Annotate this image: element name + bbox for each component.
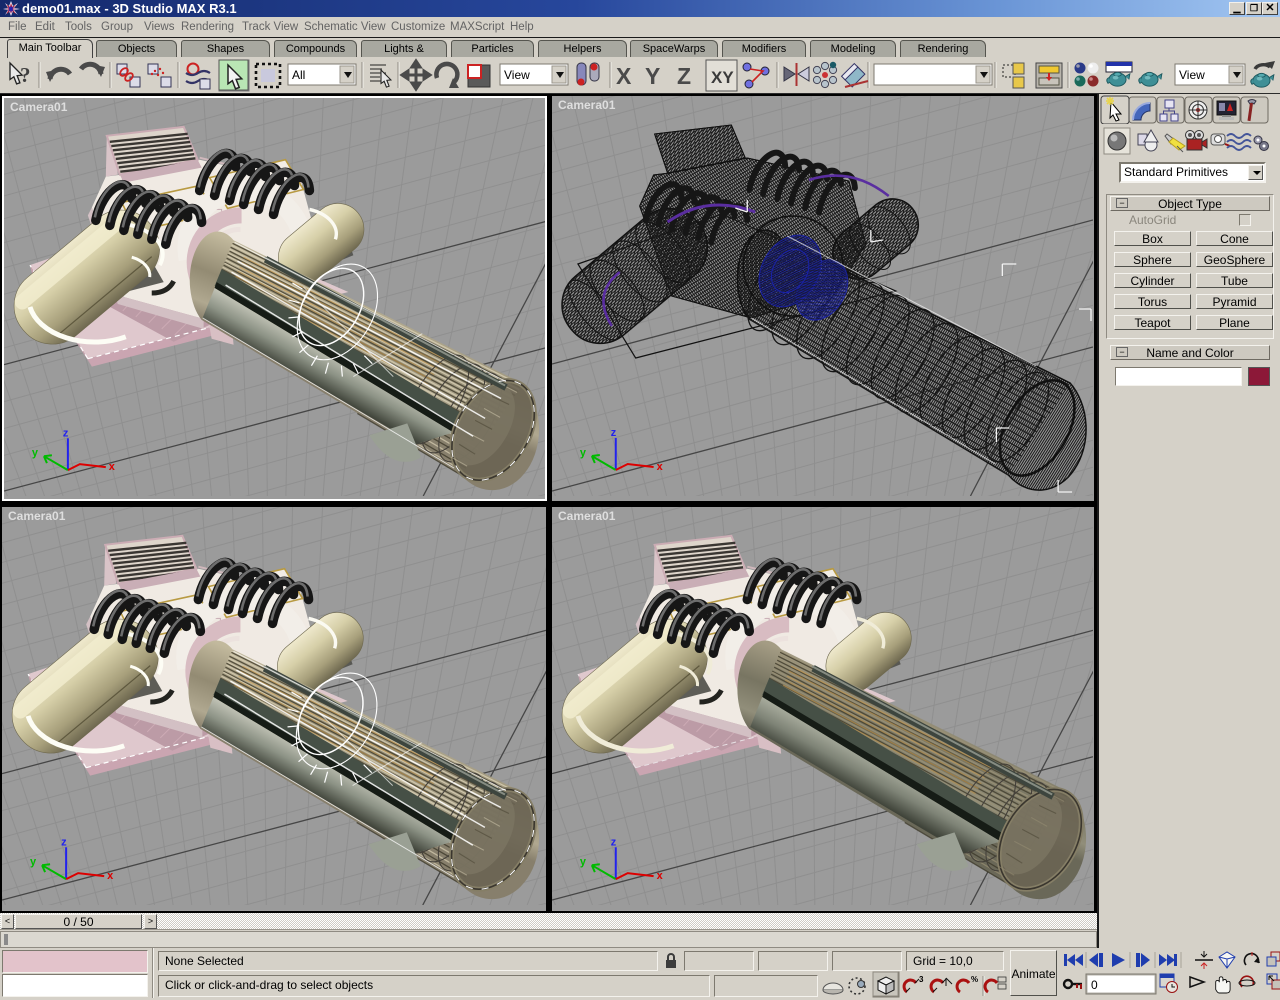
svg-text:?: ? xyxy=(20,63,31,87)
svg-text:All: All xyxy=(292,68,305,82)
svg-text:View: View xyxy=(504,68,530,82)
svg-text:Y: Y xyxy=(645,63,660,89)
svg-text:XY: XY xyxy=(711,68,734,87)
svg-text:X: X xyxy=(616,63,632,89)
svg-text:3: 3 xyxy=(919,975,924,984)
svg-text:0: 0 xyxy=(1091,978,1098,992)
svg-text:%: % xyxy=(971,975,978,984)
svg-text:Z: Z xyxy=(677,63,691,89)
svg-text:View: View xyxy=(1179,68,1205,82)
